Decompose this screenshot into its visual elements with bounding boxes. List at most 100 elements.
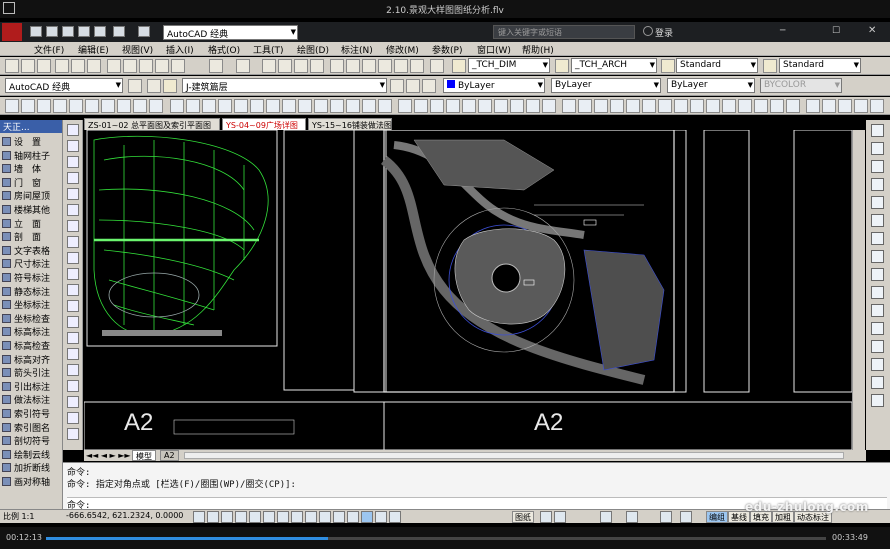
- menu-view[interactable]: 视图(V): [122, 43, 153, 56]
- osnap-icon[interactable]: [249, 511, 261, 523]
- tz-tool-54-icon[interactable]: [870, 99, 884, 113]
- tab-nav-arrows[interactable]: ◄◄ ◄ ► ►►: [86, 451, 131, 460]
- tz-tool-13-icon[interactable]: [202, 99, 216, 113]
- zoom-previous-icon[interactable]: [310, 59, 324, 73]
- add-selected-icon[interactable]: [67, 428, 79, 440]
- tz-tool-14-icon[interactable]: [218, 99, 232, 113]
- layer-state-icon[interactable]: [163, 79, 177, 93]
- menu-insert[interactable]: 插入(I): [166, 43, 194, 56]
- quickview-layouts-icon[interactable]: [540, 511, 552, 523]
- copy-icon[interactable]: [123, 59, 137, 73]
- ellipse-icon[interactable]: [67, 268, 79, 280]
- palette-item[interactable]: 墙 体: [2, 162, 62, 175]
- tz-tool-18-icon[interactable]: [282, 99, 296, 113]
- saveas-icon[interactable]: [78, 26, 90, 37]
- menu-dimension[interactable]: 标注(N): [341, 43, 373, 56]
- vertical-scrollbar[interactable]: [852, 130, 865, 450]
- palette-item[interactable]: 索引图名: [2, 421, 62, 434]
- tz-tool-45-icon[interactable]: [722, 99, 736, 113]
- tpy-icon[interactable]: [333, 511, 345, 523]
- tz-tool-44-icon[interactable]: [706, 99, 720, 113]
- palette-item[interactable]: 坐标检查: [2, 312, 62, 325]
- tz-tool-48-icon[interactable]: [770, 99, 784, 113]
- mtext-icon[interactable]: [67, 412, 79, 424]
- polar-icon[interactable]: [235, 511, 247, 523]
- publish-icon[interactable]: [87, 59, 101, 73]
- menu-draw[interactable]: 绘图(D): [297, 43, 329, 56]
- palette-item[interactable]: 加折断线: [2, 461, 62, 474]
- palette-item[interactable]: 标高标注: [2, 325, 62, 338]
- polyline-icon[interactable]: [67, 156, 79, 168]
- layer-select[interactable]: J-建筑篇层 ▼: [182, 78, 387, 93]
- erase-icon[interactable]: [871, 124, 884, 137]
- tz-tool-31-icon[interactable]: [494, 99, 508, 113]
- lwt-icon[interactable]: [319, 511, 331, 523]
- palette-item[interactable]: 绘制云线: [2, 448, 62, 461]
- preview-icon[interactable]: [71, 59, 85, 73]
- ortho-icon[interactable]: [221, 511, 233, 523]
- palette-item[interactable]: 画对称轴: [2, 475, 62, 488]
- extend-icon[interactable]: [871, 304, 884, 317]
- ellipse-arc-icon[interactable]: [67, 284, 79, 296]
- gradient-icon[interactable]: [67, 364, 79, 376]
- rotate-icon[interactable]: [871, 232, 884, 245]
- tz-tool-27-icon[interactable]: [430, 99, 444, 113]
- join-icon[interactable]: [871, 340, 884, 353]
- tz-tool-42-icon[interactable]: [674, 99, 688, 113]
- save-file-icon[interactable]: [37, 59, 51, 73]
- tz-tool-43-icon[interactable]: [690, 99, 704, 113]
- polygon-icon[interactable]: [67, 172, 79, 184]
- layer-manager-icon[interactable]: [147, 79, 161, 93]
- quickview-drawings-icon[interactable]: [554, 511, 566, 523]
- tz-tool-53-icon[interactable]: [854, 99, 868, 113]
- lock-icon[interactable]: [680, 511, 692, 523]
- snap-icon[interactable]: [193, 511, 205, 523]
- line-icon[interactable]: [67, 124, 79, 136]
- toolbar-redo-icon[interactable]: [236, 59, 250, 73]
- menu-window[interactable]: 窗口(W): [477, 43, 511, 56]
- scale-indicator[interactable]: 比例 1:1: [3, 511, 34, 522]
- tz-tool-32-icon[interactable]: [510, 99, 524, 113]
- tz-tool-33-icon[interactable]: [526, 99, 540, 113]
- palette-item[interactable]: 箭头引注: [2, 366, 62, 379]
- insert-block-icon[interactable]: [67, 300, 79, 312]
- annotation-scale-icon[interactable]: [600, 511, 612, 523]
- text-style-select[interactable]: _TCH_DIM ▼: [468, 58, 550, 73]
- move-icon[interactable]: [871, 214, 884, 227]
- design-center-icon[interactable]: [346, 59, 360, 73]
- tz-tool-5-icon[interactable]: [69, 99, 83, 113]
- search-input[interactable]: 键入关键字或短语: [493, 25, 635, 39]
- palette-item[interactable]: 尺寸标注: [2, 257, 62, 270]
- tz-tool-30-icon[interactable]: [478, 99, 492, 113]
- zoom-realtime-icon[interactable]: [278, 59, 292, 73]
- tz-tool-4-icon[interactable]: [53, 99, 67, 113]
- menu-parametric[interactable]: 参数(P): [432, 43, 462, 56]
- tz-tool-41-icon[interactable]: [658, 99, 672, 113]
- table-icon[interactable]: [67, 396, 79, 408]
- menu-modify[interactable]: 修改(M): [386, 43, 419, 56]
- tz-tool-10-icon[interactable]: [149, 99, 163, 113]
- ducs-icon[interactable]: [291, 511, 303, 523]
- palette-item[interactable]: 楼梯其他: [2, 203, 62, 216]
- dyn-icon[interactable]: [305, 511, 317, 523]
- palette-item[interactable]: 剖切符号: [2, 434, 62, 447]
- point-icon[interactable]: [67, 332, 79, 344]
- tz-tool-25-icon[interactable]: [398, 99, 412, 113]
- tz-tool-3-icon[interactable]: [37, 99, 51, 113]
- menu-tools[interactable]: 工具(T): [253, 43, 284, 56]
- spline-icon[interactable]: [67, 252, 79, 264]
- markup-icon[interactable]: [394, 59, 408, 73]
- undo-icon[interactable]: [113, 26, 125, 37]
- drawing-canvas[interactable]: A2 A2: [84, 130, 852, 450]
- tz-tool-11-icon[interactable]: [170, 99, 184, 113]
- palette-item[interactable]: 坐标标注: [2, 298, 62, 311]
- horizontal-scrollbar[interactable]: [184, 452, 844, 459]
- tz-tool-2-icon[interactable]: [21, 99, 35, 113]
- color-select[interactable]: ByLayer ▼: [443, 78, 545, 93]
- zoom-window-icon[interactable]: [294, 59, 308, 73]
- calculator-icon[interactable]: [410, 59, 424, 73]
- palette-item[interactable]: 静态标注: [2, 285, 62, 298]
- palette-item[interactable]: 标高对齐: [2, 353, 62, 366]
- break-icon[interactable]: [871, 322, 884, 335]
- pan-icon[interactable]: [262, 59, 276, 73]
